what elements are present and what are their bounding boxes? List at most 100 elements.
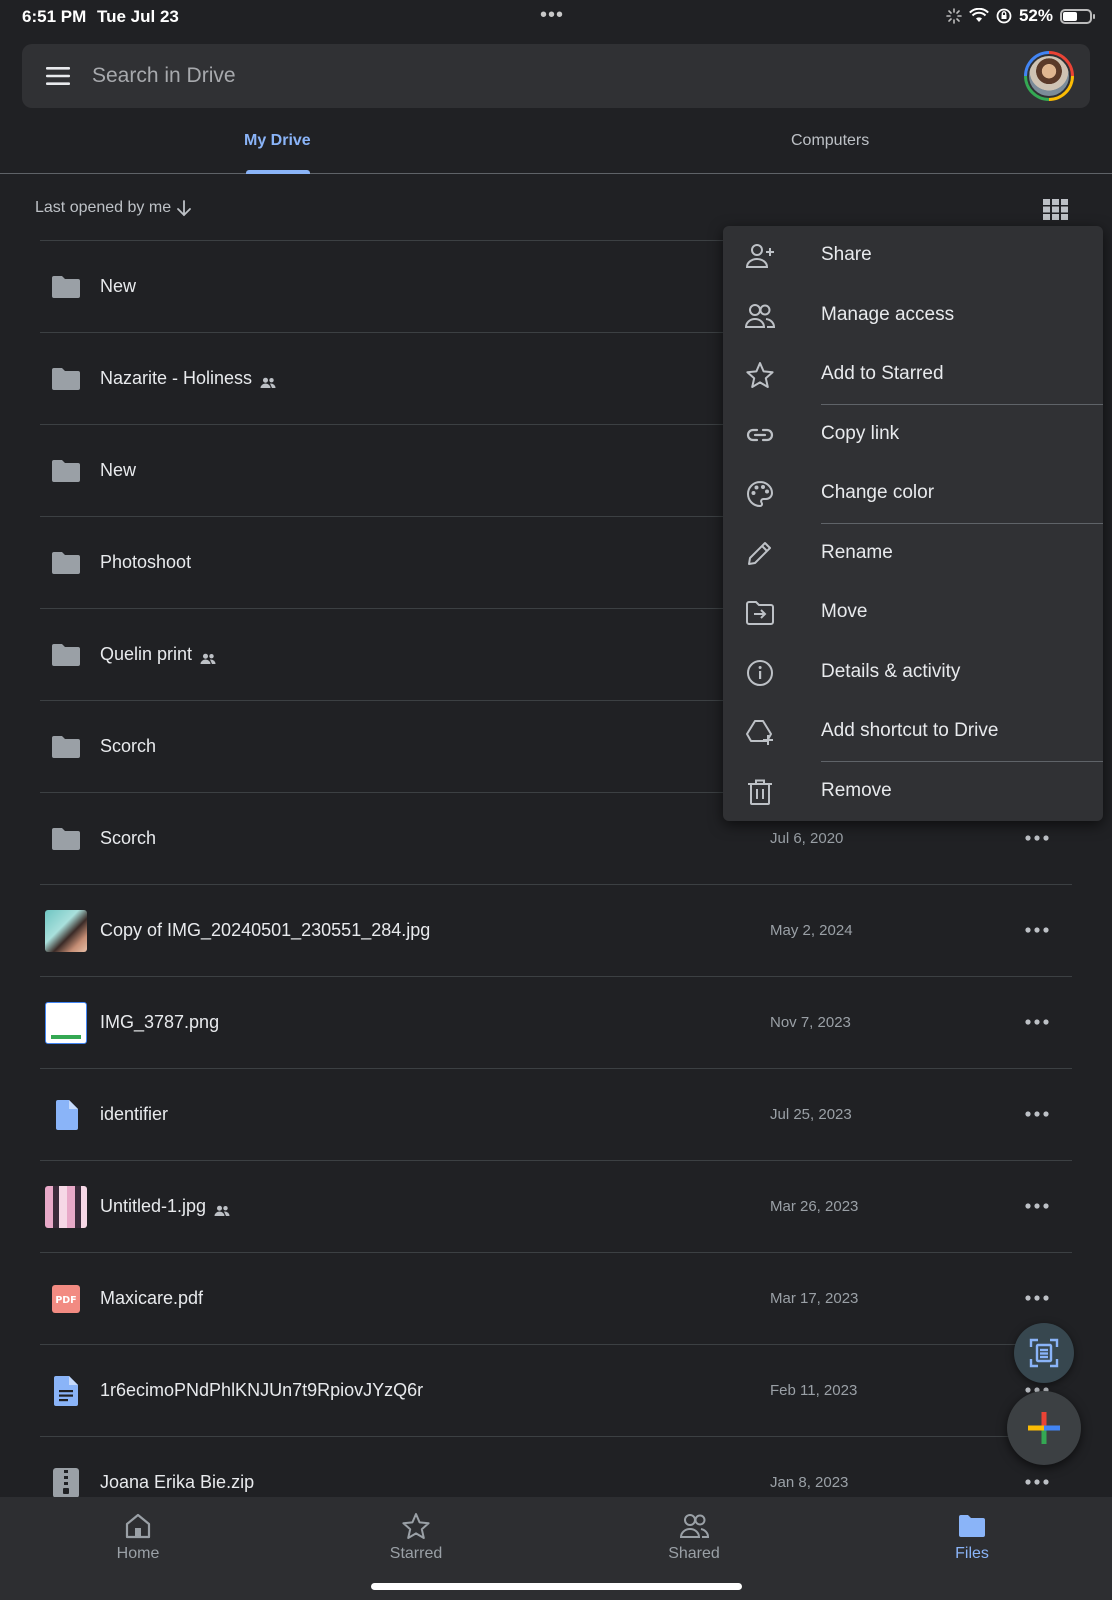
search-bar[interactable]: Search in Drive <box>22 44 1090 108</box>
file-name: Nazarite - Holiness <box>100 368 276 389</box>
search-input[interactable]: Search in Drive <box>92 64 236 88</box>
hamburger-menu-icon[interactable] <box>44 64 72 88</box>
shared-icon <box>214 1201 230 1216</box>
file-date: Mar 26, 2023 <box>770 1198 859 1215</box>
file-row[interactable]: PDF Maxicare.pdf Mar 17, 2023 <box>40 1252 1072 1344</box>
file-name: identifier <box>100 1104 168 1125</box>
file-name-text: identifier <box>100 1104 169 1124</box>
file-name: IMG_3787.png <box>100 1012 219 1033</box>
drive-shortcut-icon <box>745 718 775 746</box>
file-name-text: Maxicare.pdf <box>100 1288 204 1308</box>
menu-item-add-to-starred[interactable]: Add to Starred <box>723 345 1103 404</box>
new-button[interactable] <box>1007 1391 1081 1465</box>
orientation-lock-icon <box>996 8 1012 24</box>
account-avatar[interactable] <box>1024 51 1074 101</box>
file-date: Feb 11, 2023 <box>770 1382 858 1399</box>
more-options-icon[interactable] <box>1022 1099 1052 1129</box>
menu-item-label: Add to Starred <box>821 363 944 384</box>
grid-view-icon[interactable] <box>1043 199 1068 220</box>
folder-icon <box>44 449 88 493</box>
menu-item-label: Manage access <box>821 303 955 325</box>
nav-files[interactable]: Files <box>902 1511 1042 1563</box>
active-tab-indicator <box>246 170 310 174</box>
file-date: May 2, 2024 <box>770 922 853 939</box>
svg-text:PDF: PDF <box>55 1295 76 1306</box>
status-bar: 6:51 PM Tue Jul 23 ••• 52% <box>0 0 1112 34</box>
file-name: Photoshoot <box>100 552 191 573</box>
scan-button[interactable] <box>1014 1323 1074 1383</box>
file-name: 1r6ecimoPNdPhlKNJUn7t9RpiovJYzQ6r <box>100 1380 423 1401</box>
menu-item-share[interactable]: Share <box>723 226 1103 285</box>
folder-icon <box>957 1511 987 1541</box>
file-name-text: IMG_3787.png <box>100 1012 220 1032</box>
file-row[interactable]: identifier Jul 25, 2023 <box>40 1068 1072 1160</box>
docs-icon <box>44 1369 88 1413</box>
folder-icon <box>44 265 88 309</box>
more-options-icon[interactable] <box>1022 823 1052 853</box>
trash-icon <box>745 778 775 806</box>
file-name-text: Scorch <box>100 828 157 848</box>
menu-item-label: Rename <box>821 541 893 563</box>
status-date: Tue Jul 23 <box>97 7 179 26</box>
context-menu: Share Manage access Add to Starred Copy lin… <box>723 226 1103 821</box>
file-row[interactable]: 1r6ecimoPNdPhlKNJUn7t9RpiovJYzQ6r Feb 11,… <box>40 1344 1072 1436</box>
arrow-down-icon[interactable] <box>175 199 193 217</box>
people-icon <box>679 1511 709 1541</box>
menu-item-move[interactable]: Move <box>723 583 1103 642</box>
folder-icon <box>44 817 88 861</box>
nav-home[interactable]: Home <box>68 1511 208 1563</box>
tab-my-drive[interactable]: My Drive <box>244 132 311 150</box>
file-name: Copy of IMG_20240501_230551_284.jpg <box>100 920 430 941</box>
tab-computers[interactable]: Computers <box>791 132 869 150</box>
menu-item-remove[interactable]: Remove <box>723 762 1103 821</box>
sort-label[interactable]: Last opened by me <box>35 199 171 217</box>
menu-item-rename[interactable]: Rename <box>723 524 1103 583</box>
file-name-text: Photoshoot <box>100 552 192 572</box>
file-date: Mar 17, 2023 <box>770 1290 859 1307</box>
file-name: Maxicare.pdf <box>100 1288 203 1309</box>
menu-item-manage-access[interactable]: Manage access <box>723 286 1103 345</box>
home-indicator[interactable] <box>371 1583 742 1590</box>
file-name-text: Scorch <box>100 736 157 756</box>
menu-item-details-activity[interactable]: Details & activity <box>723 643 1103 702</box>
nav-starred[interactable]: Starred <box>346 1511 486 1563</box>
screenshot-thumbnail <box>44 1001 88 1045</box>
file-row[interactable]: IMG_3787.png Nov 7, 2023 <box>40 976 1072 1068</box>
folder-icon <box>44 357 88 401</box>
nav-label: Home <box>116 1545 160 1562</box>
more-options-icon[interactable] <box>1022 1467 1052 1497</box>
plus-icon <box>1028 1412 1060 1444</box>
menu-item-label: Add shortcut to Drive <box>821 720 999 741</box>
shared-icon <box>260 373 276 388</box>
activity-icon <box>946 8 962 24</box>
menu-item-add-shortcut-to-drive[interactable]: Add shortcut to Drive <box>723 702 1103 761</box>
multitask-dots[interactable]: ••• <box>540 4 564 27</box>
menu-item-label: Remove <box>821 779 892 801</box>
more-options-icon[interactable] <box>1022 915 1052 945</box>
menu-item-copy-link[interactable]: Copy link <box>723 405 1103 464</box>
nav-label: Starred <box>389 1545 443 1562</box>
star-icon <box>745 361 775 389</box>
file-name-text: New <box>100 276 137 296</box>
sort-control[interactable]: Last opened by me <box>35 199 193 217</box>
file-name-text: Untitled-1.jpg <box>100 1196 207 1216</box>
folder-icon <box>44 633 88 677</box>
file-name-text: Nazarite - Holiness <box>100 368 253 388</box>
more-options-icon[interactable] <box>1022 1007 1052 1037</box>
move-folder-icon <box>745 599 775 627</box>
nav-shared[interactable]: Shared <box>624 1511 764 1563</box>
file-row[interactable]: Untitled-1.jpg Mar 26, 2023 <box>40 1160 1072 1252</box>
more-options-icon[interactable] <box>1022 1191 1052 1221</box>
menu-item-change-color[interactable]: Change color <box>723 464 1103 523</box>
drive-tabs: My Drive Computers <box>0 118 1112 174</box>
file-date: Jul 6, 2020 <box>770 830 844 847</box>
file-name-text: Joana Erika Bie.zip <box>100 1472 255 1492</box>
file-row[interactable]: Copy of IMG_20240501_230551_284.jpg May 2… <box>40 884 1072 976</box>
file-name: Quelin print <box>100 644 216 665</box>
battery-percent: 52% <box>1018 6 1053 25</box>
more-options-icon[interactable] <box>1022 1283 1052 1313</box>
file-name: New <box>100 460 136 481</box>
file-name-text: Quelin print <box>100 644 193 664</box>
menu-item-label: Change color <box>821 482 935 503</box>
pdf-icon: PDF <box>44 1277 88 1321</box>
